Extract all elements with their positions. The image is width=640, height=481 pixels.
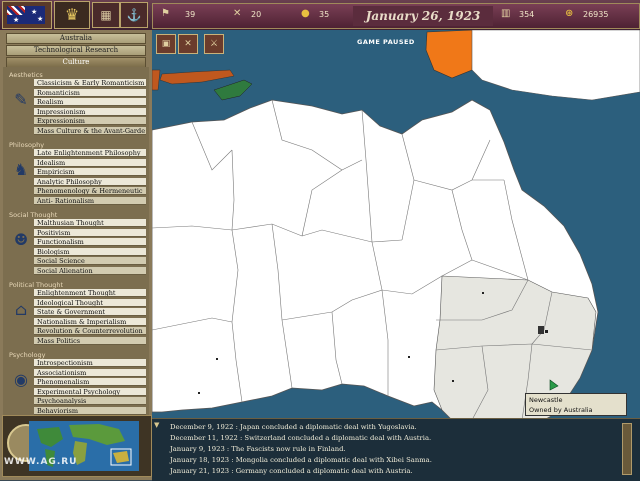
army-unit-icon [538, 326, 544, 334]
mind-icon: ◉ [14, 370, 28, 389]
tech-list: Aesthetics ✎ Classicism & Early Romanticis… [3, 67, 149, 445]
log-line: January 21, 1923 : Germany concluded a d… [170, 467, 413, 475]
tech-category-label: Social Thought [9, 211, 58, 219]
tech-item[interactable]: Biologism [34, 247, 146, 256]
log-line: December 11, 1922 : Switzerland conclude… [170, 434, 432, 442]
tech-category-label: Psychology [9, 351, 46, 359]
tech-item[interactable]: Anti- Rationalism [34, 196, 146, 205]
map-canvas[interactable] [152, 30, 640, 420]
top-buttons: ▦ ⚓ [92, 2, 148, 28]
military-mode-button[interactable]: ✕ [178, 34, 198, 54]
watermark: WWW.AG.RU [4, 457, 78, 467]
log-line: January 9, 1923 : The Fascists now rule … [170, 445, 346, 453]
enemy-territory [425, 30, 475, 79]
neighbor-island [213, 79, 253, 101]
tech-item[interactable]: Idealism [34, 158, 146, 167]
trade-button[interactable]: ⚓ [120, 2, 148, 28]
tech-item[interactable]: Nationalism & Imperialism [34, 317, 146, 326]
tech-item[interactable]: Social Science [34, 257, 146, 265]
tech-item[interactable]: Late Enlightenment Philosophy [34, 149, 146, 157]
tech-item[interactable]: Empiricism [34, 168, 146, 176]
top-bar: ★ ★ ★ ♛ ▦ ⚓ ⚑ 39 ✕ 20 ● 35 January 26, 1… [0, 0, 640, 32]
prestige-value: 35 [319, 10, 330, 19]
military-value: 20 [251, 10, 262, 19]
tech-item[interactable]: Mass Politics [34, 336, 146, 345]
thinker-icon: ♞ [13, 160, 29, 179]
tech-item[interactable]: Introspectionism [34, 359, 146, 367]
treasury-value: 26935 [583, 10, 609, 19]
tech-item[interactable]: Behaviorism [34, 406, 146, 415]
log-collapse-icon[interactable]: ▼ [154, 421, 159, 429]
tech-category-label: Political Thought [9, 281, 64, 289]
status-bar: ⚑ 39 ✕ 20 ● 35 January 26, 1923 ▥ 354 ⊛ … [152, 3, 640, 29]
tech-item[interactable]: Psychoanalysis [34, 397, 146, 405]
tech-research-button[interactable]: Technological Research [6, 45, 146, 56]
province-tooltip: Newcastle Owned by Australia [525, 393, 627, 416]
tech-category-label: Philosophy [9, 141, 45, 149]
diplomacy-mode-button[interactable]: ⚔ [204, 34, 224, 54]
tech-item[interactable]: Enlightenment Thought [34, 289, 146, 297]
island-chain [159, 69, 235, 85]
minimap-frame [2, 415, 152, 477]
tech-item[interactable]: Functionalism [34, 238, 146, 246]
tech-item[interactable]: Phenomenalism [34, 378, 146, 386]
log-line: December 9, 1922 : Japan concluded a dip… [170, 423, 417, 431]
production-button[interactable]: ▦ [92, 2, 120, 28]
northern-landmass [471, 30, 640, 101]
crown-icon[interactable]: ♛ [54, 1, 90, 29]
tech-item[interactable]: Experimental Psychology [34, 387, 146, 396]
tech-category-label: Aesthetics [9, 71, 43, 79]
log-line: January 18, 1923 : Mongolia concluded a … [170, 456, 432, 464]
painter-icon: ✎ [14, 90, 28, 109]
tech-item[interactable]: Mass Culture & the Avant-Garde [34, 126, 146, 135]
tech-item[interactable]: Ideological Thought [34, 298, 146, 307]
tech-item[interactable]: Phenomenology & Hermeneutic [34, 187, 146, 195]
australia-flag-icon: ★ ★ ★ [7, 6, 45, 24]
tooltip-owner: Owned by Australia [529, 406, 593, 414]
tech-item[interactable]: Revolution & Counterrevolution [34, 327, 146, 335]
tech-item[interactable]: State & Government [34, 308, 146, 316]
country-button[interactable]: Australia [6, 33, 146, 44]
pop-icon: ⚑ [161, 8, 170, 19]
tech-item[interactable]: Romanticism [34, 88, 146, 97]
tech-item[interactable]: Positivism [34, 228, 146, 237]
people-icon: ☻ [13, 230, 29, 249]
industry-value: 354 [519, 10, 535, 19]
world-map[interactable]: ▣ ✕ ⚔ GAME PAUSED Newcastle Owned by Aus… [152, 30, 640, 420]
treasury-icon: ⊛ [565, 8, 574, 19]
tech-item[interactable]: Impressionism [34, 107, 146, 116]
prestige-icon: ● [301, 8, 310, 19]
tech-item[interactable]: Analytic Philosophy [34, 177, 146, 186]
pop-value: 39 [185, 10, 196, 19]
tech-item[interactable]: Classicism & Early Romanticism [34, 79, 146, 87]
tech-item[interactable]: Malthusian Thought [34, 219, 146, 227]
log-scrollbar[interactable] [622, 423, 632, 475]
game-date[interactable]: January 26, 1923 [353, 6, 493, 26]
left-panel: Australia Technological Research Culture… [0, 30, 154, 480]
country-flag[interactable]: ★ ★ ★ [2, 1, 52, 29]
tech-item[interactable]: Social Alienation [34, 266, 146, 275]
tooltip-province-name: Newcastle [529, 396, 563, 404]
industry-icon: ▥ [501, 8, 511, 19]
tech-item[interactable]: Expressionism [34, 117, 146, 125]
event-log: ▼ December 9, 1922 : Japan concluded a d… [152, 418, 640, 481]
tech-item[interactable]: Associationism [34, 368, 146, 377]
military-icon: ✕ [233, 8, 242, 19]
parliament-icon: ⌂ [14, 300, 28, 319]
political-mode-button[interactable]: ▣ [156, 34, 176, 54]
game-paused-label: GAME PAUSED [357, 38, 415, 46]
tech-item[interactable]: Realism [34, 98, 146, 106]
